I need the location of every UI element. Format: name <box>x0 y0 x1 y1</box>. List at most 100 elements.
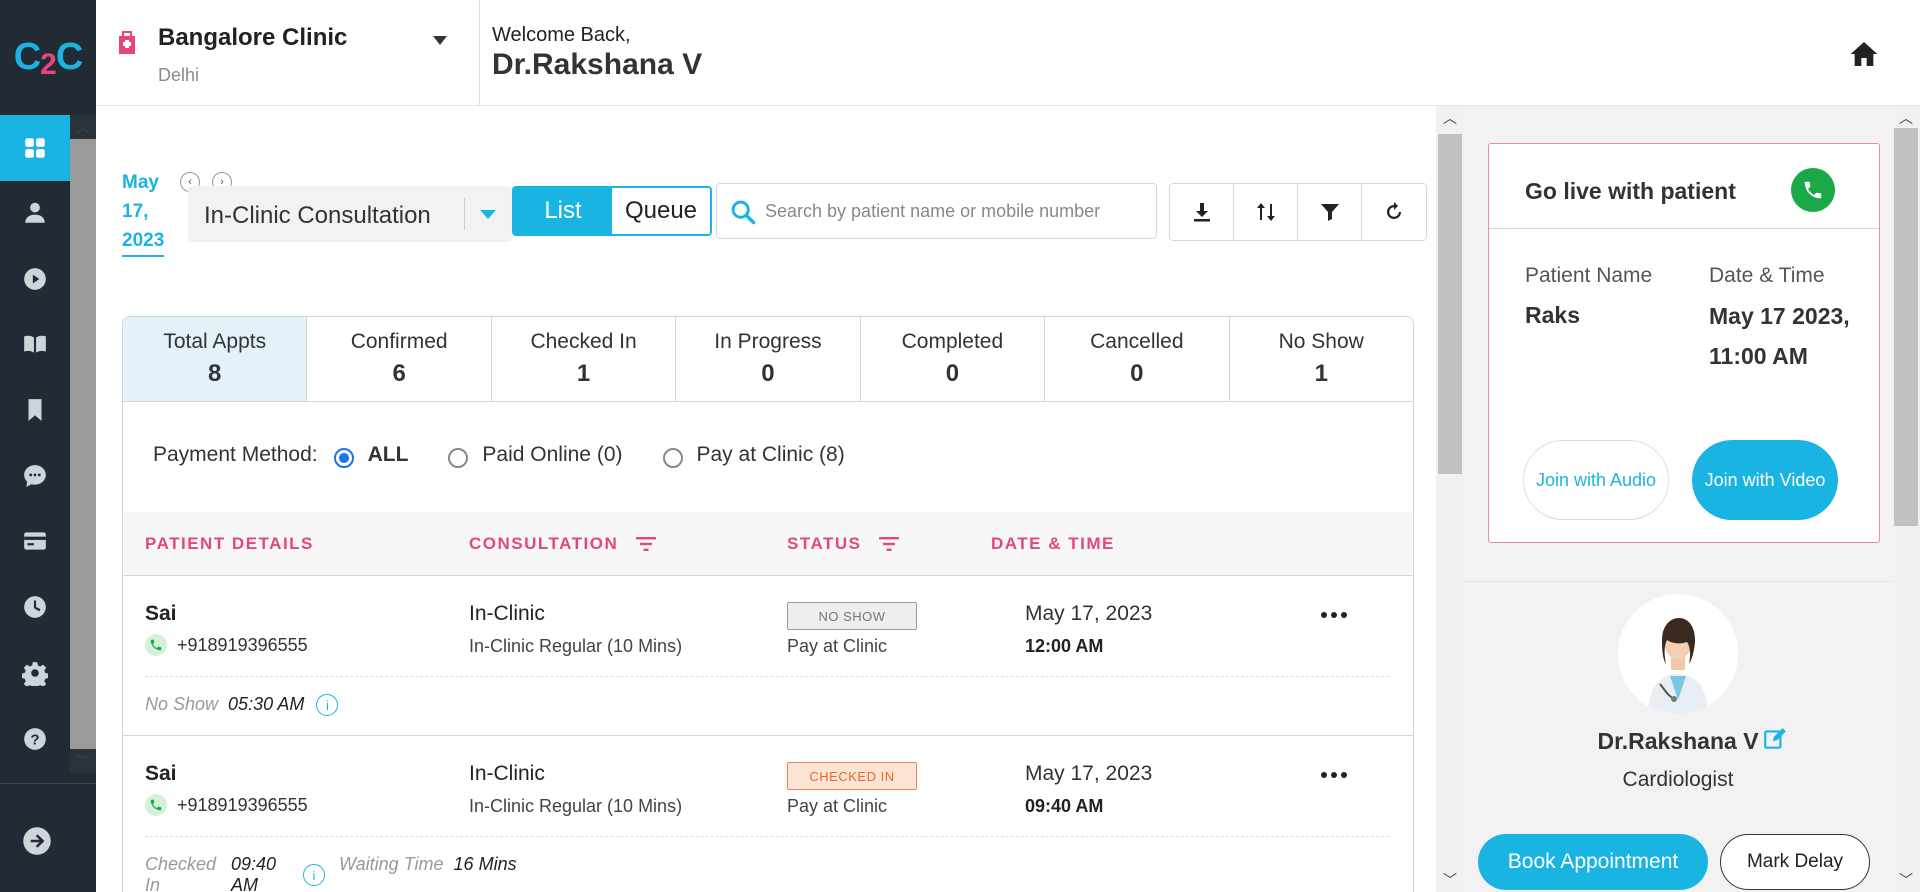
c2c-logo[interactable]: C2C <box>0 0 96 115</box>
nav-videos[interactable] <box>0 246 70 312</box>
scroll-thumb[interactable] <box>1438 134 1462 474</box>
nav-scrollbar[interactable]: ︿ ﹀ <box>70 115 96 773</box>
stat-checked-in[interactable]: Checked In 1 <box>492 317 677 401</box>
doctor-specialty: Cardiologist <box>1622 768 1734 791</box>
chevron-down-icon[interactable] <box>480 210 496 219</box>
play-icon <box>24 268 46 290</box>
consult-type: In-Clinic <box>469 602 545 625</box>
footer-label: Checked In <box>145 854 217 892</box>
stat-label: Checked In <box>530 330 637 353</box>
radio-paid-online-label[interactable]: Paid Online (0) <box>482 443 622 467</box>
radio-paid-online[interactable] <box>448 448 469 468</box>
doctor-profile: Dr.Rakshana V Cardiologist Book Appointm… <box>1464 581 1892 892</box>
clinic-selector[interactable]: Bangalore Clinic Delhi <box>96 0 480 106</box>
clock-icon <box>24 596 46 618</box>
consultation-type-select[interactable]: In-Clinic Consultation <box>188 186 512 242</box>
refresh-button[interactable] <box>1362 184 1426 240</box>
search-input[interactable] <box>765 196 1145 226</box>
consult-subtype: In-Clinic Regular (10 Mins) <box>469 796 683 816</box>
filter-list-icon[interactable] <box>636 536 657 552</box>
stat-confirmed[interactable]: Confirmed 6 <box>307 317 492 401</box>
info-icon[interactable]: i <box>303 864 325 886</box>
nav-billing[interactable] <box>0 508 70 574</box>
nav-library[interactable] <box>0 311 70 377</box>
radio-pay-at-clinic[interactable] <box>662 448 683 468</box>
mark-delay-button[interactable]: Mark Delay <box>1720 834 1870 890</box>
top-header: Bangalore Clinic Delhi Welcome Back, Dr.… <box>96 0 1920 106</box>
doctor-name: Dr.Rakshana V <box>492 48 703 81</box>
radio-all-label[interactable]: ALL <box>368 443 409 467</box>
filter-button[interactable] <box>1298 184 1362 240</box>
more-options-icon[interactable] <box>1319 768 1349 782</box>
queue-view-button[interactable]: Queue <box>612 188 710 234</box>
nav-scroll-down-icon[interactable]: ﹀ <box>70 749 96 773</box>
stat-no-show[interactable]: No Show 1 <box>1230 317 1413 401</box>
scroll-up-icon[interactable]: ︿ <box>1436 106 1464 130</box>
scroll-thumb[interactable] <box>1894 128 1918 526</box>
row-footer: Checked In 09:40 AM i Waiting Time 16 Mi… <box>145 854 517 892</box>
phone-icon[interactable] <box>145 794 167 816</box>
svg-text:?: ? <box>30 731 39 748</box>
gear-icon <box>22 662 48 686</box>
consult-subtype: In-Clinic Regular (10 Mins) <box>469 636 683 656</box>
stat-total-appts[interactable]: Total Appts 8 <box>123 317 308 401</box>
date-day: 17, <box>122 201 149 222</box>
patient-name-value: Raks <box>1525 302 1580 328</box>
patient-name: Sai <box>145 602 177 625</box>
date-year: 2023 <box>122 226 165 257</box>
logout-icon[interactable] <box>22 826 52 856</box>
header-status: STATUS <box>787 534 900 554</box>
join-audio-button[interactable]: Join with Audio <box>1523 440 1669 520</box>
nav-dashboard[interactable] <box>0 115 70 181</box>
nav-history[interactable] <box>0 574 70 640</box>
scroll-down-icon[interactable]: ﹀ <box>1436 868 1464 892</box>
chevron-down-icon[interactable] <box>433 36 447 45</box>
header-label: DATE & TIME <box>991 534 1115 553</box>
nav-messages[interactable] <box>0 443 70 509</box>
main-scrollbar[interactable]: ︿ ﹀ <box>1436 106 1464 892</box>
radio-all[interactable] <box>333 448 354 468</box>
home-icon[interactable] <box>1848 38 1880 70</box>
side-nav: C2C ? ︿ ﹀ <box>0 0 96 892</box>
table-row[interactable]: Sai +918919396555 In-Clinic In-Clinic Re… <box>123 736 1413 892</box>
radio-pay-at-clinic-label[interactable]: Pay at Clinic (8) <box>697 443 845 467</box>
clinic-city: Delhi <box>158 65 200 85</box>
nav-settings[interactable] <box>0 640 70 706</box>
more-options-icon[interactable] <box>1319 608 1349 622</box>
person-icon <box>25 202 45 223</box>
sort-button[interactable] <box>1234 184 1298 240</box>
go-live-card: Go live with patient Patient Name Date &… <box>1488 143 1880 543</box>
row-footer: No Show 05:30 AM i <box>145 694 339 716</box>
scroll-up-icon[interactable]: ︿ <box>1892 106 1920 130</box>
stat-in-progress[interactable]: In Progress 0 <box>676 317 861 401</box>
patient-phone: +918919396555 <box>145 794 308 816</box>
appointments-main: May 17, 2023 ‹ › In-Clinic Consultation … <box>96 106 1436 892</box>
list-view-button[interactable]: List <box>514 188 612 234</box>
status-badge: NO SHOW <box>787 602 917 630</box>
edit-icon[interactable] <box>1762 726 1788 752</box>
join-video-button[interactable]: Join with Video <box>1692 440 1838 520</box>
info-icon[interactable]: i <box>316 694 339 716</box>
logo-2: 2 <box>40 47 57 81</box>
payment-type: Pay at Clinic <box>787 796 888 816</box>
nav-patients[interactable] <box>0 180 70 246</box>
stat-completed[interactable]: Completed 0 <box>861 317 1046 401</box>
call-button[interactable] <box>1791 168 1835 212</box>
right-panel-scrollbar[interactable]: ︿ ﹀ <box>1892 106 1920 892</box>
book-appointment-button[interactable]: Book Appointment <box>1478 834 1708 890</box>
phone-icon[interactable] <box>145 634 167 656</box>
download-button[interactable] <box>1170 184 1234 240</box>
view-toggle: List Queue <box>512 186 712 236</box>
table-tools <box>1169 183 1427 241</box>
date-picker-link[interactable]: May 17, 2023 <box>122 168 176 257</box>
footer-label: No Show <box>145 694 219 714</box>
nav-bookmarks[interactable] <box>0 377 70 443</box>
nav-scroll-up-icon[interactable]: ︿ <box>70 115 96 139</box>
select-separator <box>464 198 465 230</box>
stat-cancelled[interactable]: Cancelled 0 <box>1045 317 1230 401</box>
filter-list-icon[interactable] <box>879 536 900 552</box>
table-row[interactable]: Sai +918919396555 In-Clinic In-Clinic Re… <box>123 576 1413 736</box>
scroll-down-icon[interactable]: ﹀ <box>1892 868 1920 892</box>
nav-help[interactable]: ? <box>0 706 70 772</box>
welcome-text: Welcome Back, <box>492 24 631 46</box>
